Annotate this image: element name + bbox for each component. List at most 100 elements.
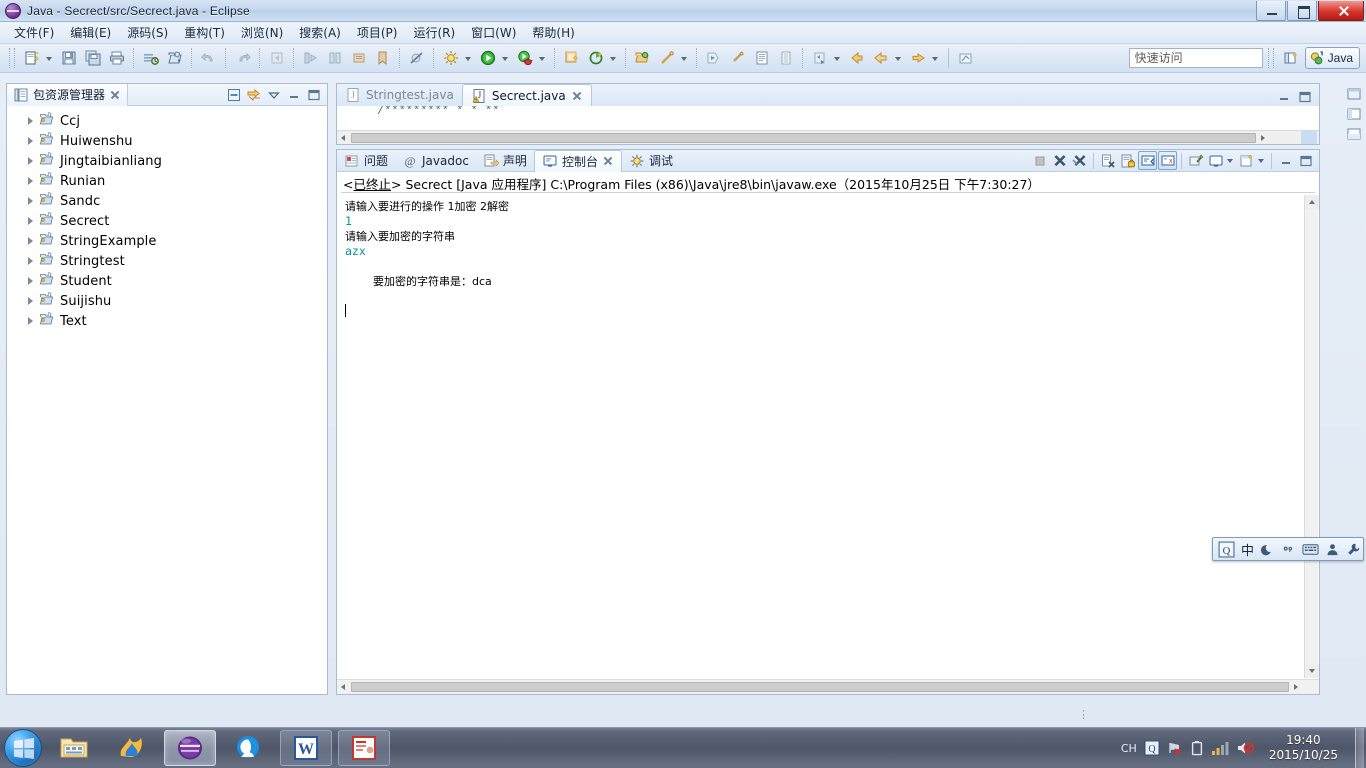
new-java-project-icon[interactable] <box>164 47 186 69</box>
start-button[interactable] <box>4 729 42 767</box>
toolbar-grip[interactable] <box>9 48 15 68</box>
ime-settings-icon[interactable] <box>1346 540 1361 558</box>
tray-language-indicator[interactable]: CH <box>1121 742 1137 755</box>
scrollbar-thumb[interactable] <box>351 682 1289 692</box>
tab-problems[interactable]: 问题 <box>337 150 395 172</box>
editor-tab-stringtest[interactable]: J Stringtest.java <box>337 84 462 106</box>
expand-arrow-icon[interactable] <box>25 255 37 267</box>
menu-source[interactable]: 源码(S) <box>119 21 176 44</box>
taskbar-browser-orb[interactable] <box>222 730 274 766</box>
new-java-package-icon[interactable] <box>585 47 607 69</box>
tree-item-huiwenshu[interactable]: Huiwenshu <box>7 131 327 151</box>
show-console-on-output-icon[interactable]: x <box>1158 151 1177 170</box>
tab-package-explorer[interactable]: 包资源管理器 <box>7 83 129 106</box>
maximize-icon[interactable] <box>305 86 323 104</box>
tree-item-suijishu[interactable]: Suijishu <box>7 291 327 311</box>
export-icon[interactable] <box>955 47 977 69</box>
ime-chinese-mode[interactable]: 中 <box>1241 540 1254 559</box>
scroll-lock-icon[interactable] <box>1138 151 1157 170</box>
taskbar-browser-flame[interactable] <box>106 730 158 766</box>
new-java-class-icon[interactable] <box>561 47 583 69</box>
external-tools-dropdown-arrow[interactable] <box>463 47 474 69</box>
scroll-left-arrow-icon[interactable] <box>337 131 350 144</box>
ime-tray-icon[interactable]: Q <box>1144 739 1160 757</box>
tab-javadoc[interactable]: @ Javadoc <box>395 150 476 172</box>
maximize-button[interactable] <box>1287 0 1317 21</box>
forward-history-icon[interactable] <box>907 47 929 69</box>
menu-project[interactable]: 项目(P) <box>349 21 406 44</box>
tab-declaration[interactable]: 声明 <box>476 150 534 172</box>
display-console-dropdown-arrow[interactable] <box>1226 151 1236 170</box>
tab-console[interactable]: 控制台 <box>533 149 622 172</box>
perspective-java-button[interactable]: Java <box>1304 47 1360 69</box>
show-desktop-button[interactable] <box>1355 727 1364 768</box>
toggle-breadcrumb-icon[interactable] <box>703 47 725 69</box>
previous-edit-dropdown-arrow[interactable] <box>832 47 843 69</box>
back-history-2-icon[interactable] <box>870 47 892 69</box>
maximize-icon[interactable] <box>1296 151 1315 170</box>
task-list-icon[interactable] <box>1346 126 1362 142</box>
search-dropdown-arrow[interactable] <box>679 47 690 69</box>
link-with-editor-icon[interactable] <box>245 86 263 104</box>
close-icon[interactable] <box>571 90 583 102</box>
debug-dropdown-arrow[interactable] <box>537 47 548 69</box>
battery-icon[interactable] <box>1190 739 1204 757</box>
print-icon[interactable] <box>106 47 128 69</box>
ime-moon-icon[interactable] <box>1260 540 1275 558</box>
toolbar-grip-right[interactable] <box>1267 48 1274 68</box>
menu-file[interactable]: 文件(F) <box>6 21 62 44</box>
open-console-icon[interactable] <box>1237 151 1256 170</box>
expand-arrow-icon[interactable] <box>25 175 37 187</box>
pin-console-icon[interactable] <box>1186 151 1205 170</box>
minimize-icon[interactable] <box>285 86 303 104</box>
quick-access-input[interactable]: 快速访问 <box>1128 48 1263 68</box>
new-wizard-icon[interactable] <box>21 47 43 69</box>
search-icon[interactable] <box>656 47 678 69</box>
tab-debug[interactable]: 调试 <box>622 150 680 172</box>
lock-scroll-icon[interactable] <box>1118 151 1137 170</box>
expand-arrow-icon[interactable] <box>25 135 37 147</box>
signal-icon[interactable] <box>1211 739 1229 757</box>
expand-arrow-icon[interactable] <box>25 215 37 227</box>
taskbar-word[interactable]: W <box>280 730 332 766</box>
close-button[interactable] <box>1318 0 1364 21</box>
console-output[interactable]: 请输入要进行的操作 1加密 2解密 1 请输入要加密的字符串 azx 要加密的字… <box>337 195 1304 678</box>
minimize-button[interactable] <box>1256 0 1286 21</box>
back-history-icon[interactable] <box>846 47 868 69</box>
ime-user-icon[interactable] <box>1325 540 1340 558</box>
open-console-dropdown-arrow[interactable] <box>1257 151 1267 170</box>
scroll-left-arrow-icon[interactable] <box>337 681 350 694</box>
debug-icon[interactable] <box>514 47 536 69</box>
sash-handle[interactable]: ⋮ <box>1078 708 1090 721</box>
scroll-down-arrow-icon[interactable] <box>1305 664 1319 678</box>
tree-item-sandc[interactable]: Sandc <box>7 191 327 211</box>
back-dropdown-arrow[interactable] <box>893 47 904 69</box>
menu-run[interactable]: 运行(R) <box>405 21 463 44</box>
volume-muted-icon[interactable] <box>1236 739 1254 757</box>
scroll-up-arrow-icon[interactable] <box>1305 195 1319 209</box>
expand-arrow-icon[interactable] <box>25 275 37 287</box>
tree-item-text[interactable]: Text <box>7 311 327 331</box>
maximize-icon[interactable] <box>1296 88 1314 106</box>
expand-arrow-icon[interactable] <box>25 195 37 207</box>
view-menu-icon[interactable] <box>265 86 283 104</box>
bookmark-icon[interactable] <box>372 47 394 69</box>
pin-editor-icon[interactable] <box>775 47 797 69</box>
scroll-right-arrow-icon[interactable] <box>1256 131 1269 144</box>
open-type-icon[interactable] <box>632 47 654 69</box>
restore-view-icon[interactable] <box>1346 86 1362 102</box>
collapse-all-icon[interactable] <box>225 86 243 104</box>
expand-arrow-icon[interactable] <box>25 295 37 307</box>
last-edit-icon[interactable] <box>348 47 370 69</box>
tree-item-student[interactable]: Student <box>7 271 327 291</box>
new-package-dropdown-arrow[interactable] <box>608 47 619 69</box>
save-all-icon[interactable] <box>82 47 104 69</box>
console-horizontal-scrollbar[interactable] <box>337 679 1319 694</box>
redo-icon[interactable] <box>232 47 254 69</box>
previous-annotation-icon[interactable] <box>324 47 346 69</box>
taskbar-eclipse[interactable] <box>164 730 216 766</box>
forward-dropdown-arrow[interactable] <box>930 47 941 69</box>
build-all-icon[interactable] <box>140 47 162 69</box>
editor-horizontal-scrollbar[interactable] <box>337 130 1319 144</box>
taskbar-file-explorer[interactable] <box>48 730 100 766</box>
